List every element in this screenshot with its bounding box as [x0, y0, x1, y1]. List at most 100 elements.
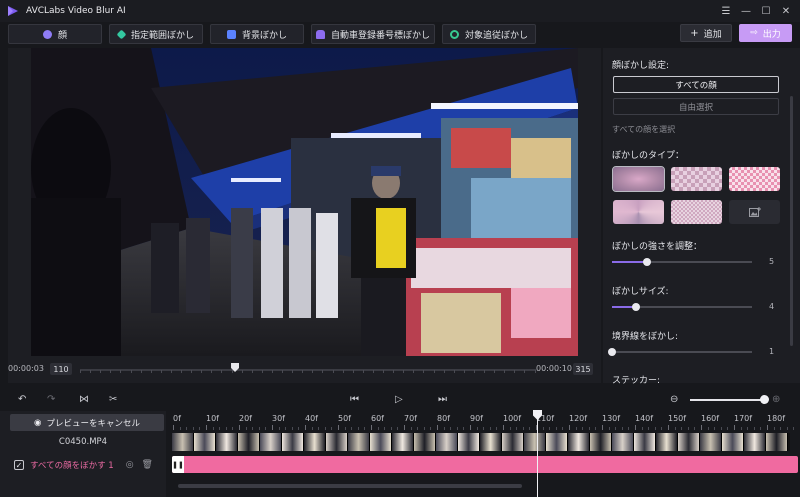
region-blur-button[interactable]: 指定範囲ぼかし [109, 24, 203, 44]
edge-blur-slider[interactable] [608, 348, 752, 356]
ruler-minor-tick [694, 427, 696, 430]
filmstrip-frame [260, 433, 282, 451]
zoom-knob[interactable] [760, 395, 769, 404]
ruler-minor-tick [351, 427, 353, 430]
scrubber-tick [302, 370, 304, 373]
end-frame-input[interactable]: 315 [573, 363, 593, 375]
scrubber-tick [251, 370, 253, 373]
prev-frame-icon[interactable]: ⏮ [350, 394, 359, 405]
ruler-minor-tick [641, 427, 643, 430]
ruler-minor-tick [219, 427, 221, 430]
license-plate-blur-button[interactable]: 自動車登録番号標ぼかし [311, 24, 435, 44]
filmstrip-frame [348, 433, 370, 451]
scrubber-tick [433, 370, 435, 373]
ruler-label: 180f [767, 414, 786, 423]
ruler-label: 150f [668, 414, 687, 423]
menu-icon[interactable]: ☰ [716, 6, 736, 17]
filmstrip-frame [414, 433, 436, 451]
face-blur-button[interactable]: 顔 [8, 24, 102, 44]
timeline-ruler[interactable]: 0f 10f 20f 30f 40f 50f 60f 70f 80f 90f 100f 110f 120… [167, 411, 800, 431]
close-icon[interactable]: ✕ [776, 6, 796, 17]
blur-type-swirl[interactable] [613, 200, 664, 224]
maximize-icon[interactable]: ☐ [756, 6, 776, 17]
ruler-tick [404, 425, 405, 430]
zoom-slider[interactable] [690, 399, 764, 401]
ruler-tick [503, 425, 504, 430]
play-icon[interactable]: ▷ [395, 394, 403, 405]
ruler-label: 70f [404, 414, 417, 423]
blur-type-mosaic-color[interactable] [729, 167, 780, 191]
blur-type-mosaic-coarse[interactable] [671, 167, 722, 191]
layer-delete-icon[interactable]: 🗑 [142, 460, 153, 470]
ruler-label: 170f [734, 414, 753, 423]
minimize-icon[interactable]: — [736, 6, 756, 17]
blur-size-slider[interactable] [612, 303, 752, 311]
ruler-label: 160f [701, 414, 720, 423]
ruler-tick [305, 425, 306, 430]
background-blur-button[interactable]: 背景ぼかし [210, 24, 304, 44]
blur-size-knob[interactable] [631, 303, 640, 311]
ruler-tick [239, 425, 240, 430]
redo-icon[interactable]: ↷ [47, 394, 55, 405]
preview-scrubber[interactable] [80, 369, 536, 371]
start-frame-input[interactable]: 110 [50, 363, 72, 375]
ruler-minor-tick [786, 427, 788, 430]
scrubber-tick [372, 370, 374, 373]
filmstrip-frame [612, 433, 634, 451]
window-controls: ☰ — ☐ ✕ [716, 0, 796, 22]
edge-blur-knob[interactable] [608, 348, 616, 356]
scrubber-tick [191, 370, 193, 373]
timeline-horizontal-scrollbar[interactable] [178, 484, 522, 488]
add-button[interactable]: + 追加 [680, 24, 732, 42]
scrubber-tick [352, 370, 354, 373]
blur-strength-knob[interactable] [643, 258, 651, 266]
blur-layer-row[interactable]: ✓ すべての顔をぼかす 1 ◎ 🗑 [14, 458, 153, 472]
export-button[interactable]: ⇨ 出力 [739, 24, 792, 42]
scrubber-tick [362, 370, 364, 373]
ruler-label: 140f [635, 414, 654, 423]
ruler-minor-tick [542, 427, 544, 430]
layer-visibility-icon[interactable]: ◎ [126, 460, 134, 470]
app-title: AVCLabs Video Blur AI [26, 6, 126, 16]
ruler-minor-tick [417, 427, 419, 430]
all-faces-button[interactable]: すべての顔 [613, 76, 779, 93]
ruler-tick [635, 425, 636, 430]
zoom-out-icon[interactable]: ⊖ [670, 394, 678, 405]
ruler-minor-tick [265, 427, 267, 430]
ruler-minor-tick [344, 427, 346, 430]
object-tracking-blur-button[interactable]: 対象追従ぼかし [442, 24, 536, 44]
ruler-minor-tick [648, 427, 650, 430]
scrubber-tick [484, 370, 485, 373]
video-preview[interactable] [31, 48, 578, 356]
blur-type-gaussian[interactable] [612, 166, 665, 192]
car-icon [315, 29, 325, 39]
blur-type-mosaic-fine[interactable] [671, 200, 722, 224]
ruler-tick [371, 425, 372, 430]
layer-checkbox[interactable]: ✓ [14, 460, 24, 470]
cut-icon[interactable]: ✂ [109, 394, 117, 405]
preview-area: 00:00:03 110 00:00:10 315 [8, 48, 601, 383]
ruler-tick [206, 425, 207, 430]
panel-scrollbar[interactable] [790, 96, 793, 346]
add-image-icon [748, 206, 761, 217]
scrubber-tick [140, 370, 142, 373]
ruler-tick [470, 425, 471, 430]
next-frame-icon[interactable]: ⏭ [438, 394, 447, 405]
track-left-handle[interactable]: ❚❚ [172, 456, 184, 473]
free-select-button[interactable]: 自由選択 [613, 98, 779, 115]
face-blur-track[interactable]: ❚❚ [172, 456, 798, 473]
scrubber-tick [383, 370, 384, 373]
zoom-in-icon[interactable]: ⊕ [772, 394, 780, 405]
ruler-minor-tick [245, 427, 247, 430]
ruler-minor-tick [430, 427, 432, 430]
scrubber-tick [514, 370, 516, 373]
ruler-minor-tick [390, 427, 392, 430]
blur-type-custom-image[interactable] [729, 200, 780, 224]
split-icon[interactable]: ⋈ [79, 394, 89, 405]
blur-size-value: 4 [769, 302, 775, 311]
ruler-minor-tick [377, 427, 379, 430]
blur-strength-slider[interactable] [612, 258, 752, 266]
cancel-preview-button[interactable]: ◉ プレビューをキャンセル [10, 414, 164, 431]
scrubber-tick [160, 370, 162, 373]
undo-icon[interactable]: ↶ [18, 394, 26, 405]
